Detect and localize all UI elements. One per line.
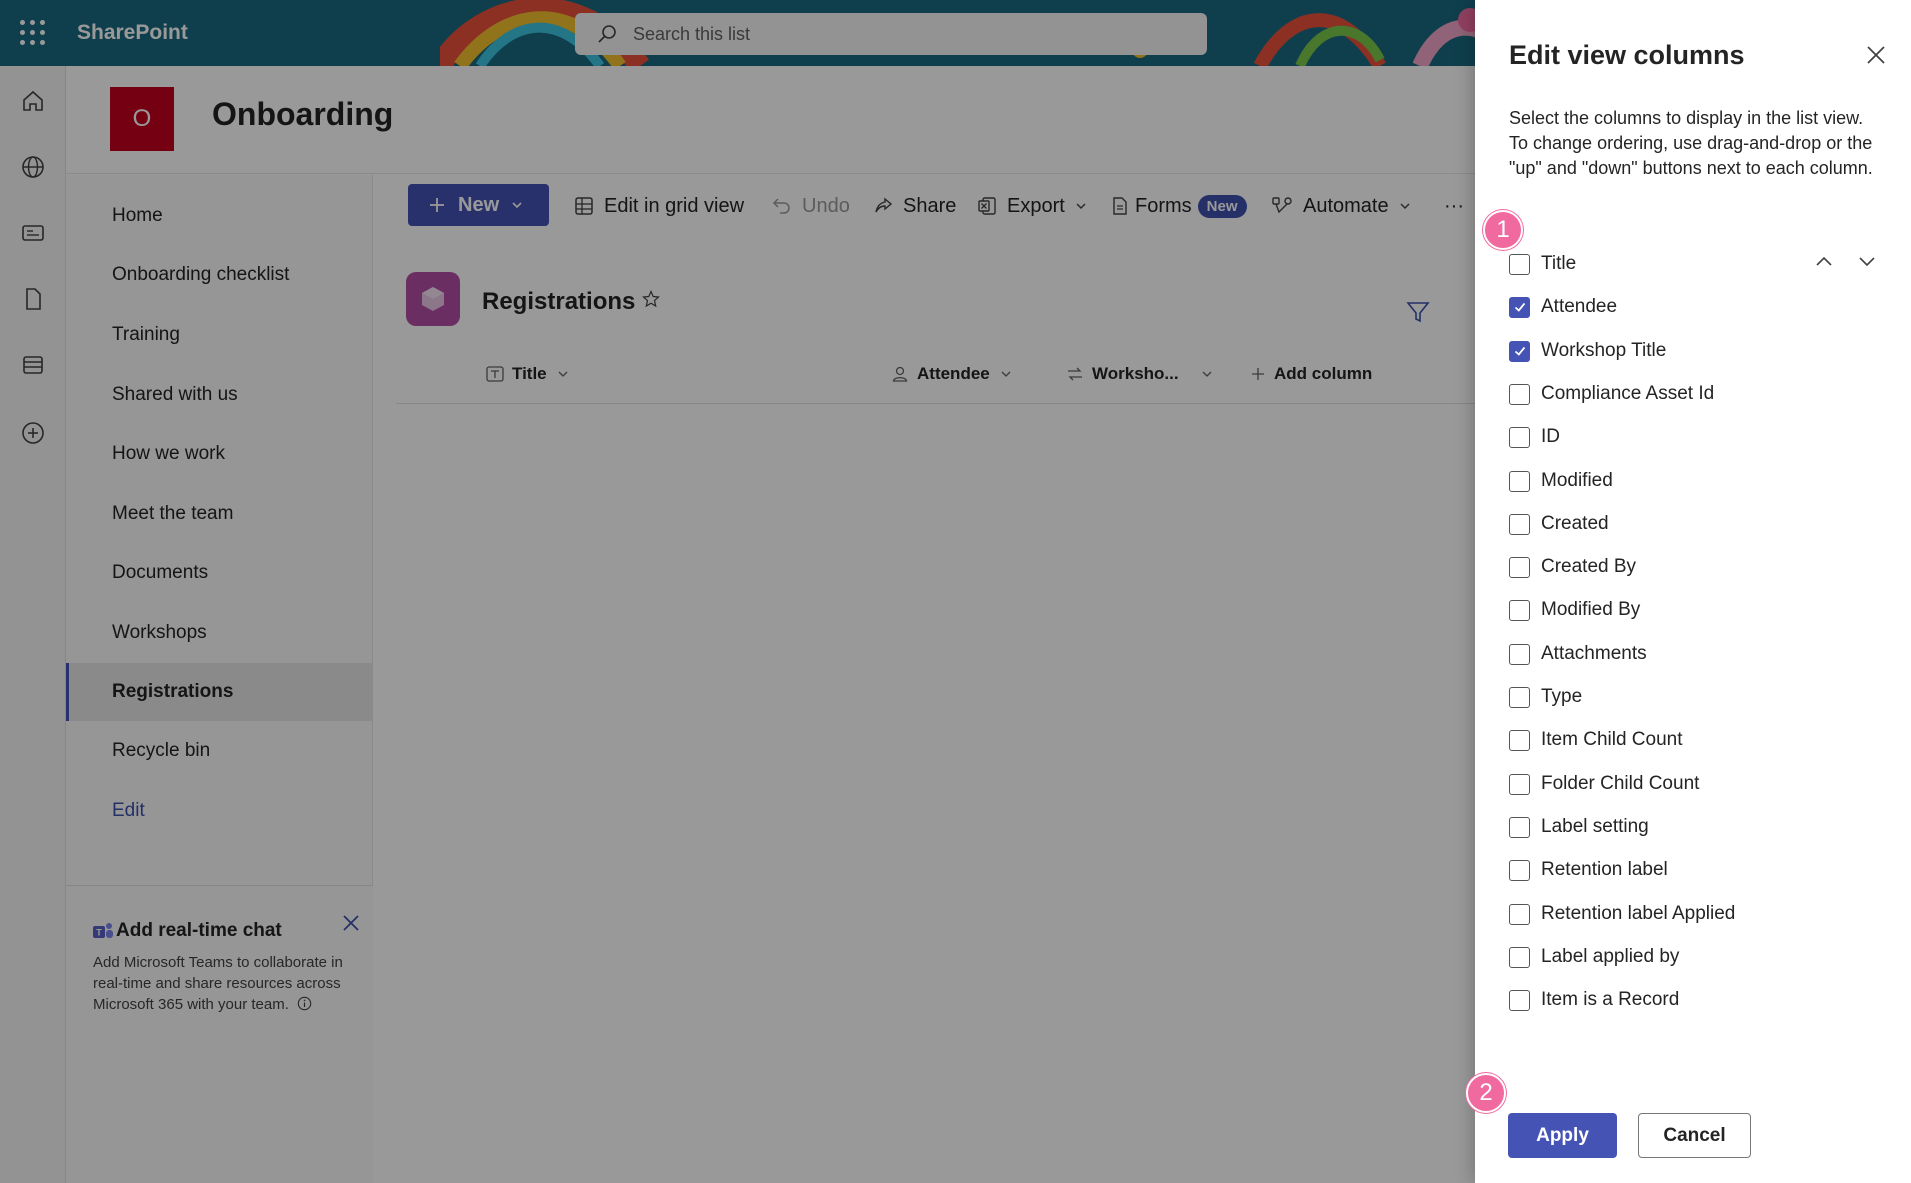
column-option-label: Label setting [1541,816,1649,837]
checkbox-checked[interactable] [1509,340,1530,362]
cancel-button[interactable]: Cancel [1638,1113,1751,1158]
step-callout-1: 1 [1483,210,1523,250]
column-option-row[interactable]: Created [1509,509,1609,539]
column-option-row[interactable]: Attendee [1509,292,1617,322]
checkbox-unchecked[interactable] [1509,903,1530,925]
column-option-label: Attachments [1541,643,1647,664]
column-option-row[interactable]: Attachments [1509,639,1647,669]
checkmark-icon [1514,302,1525,312]
checkbox-unchecked[interactable] [1509,989,1530,1011]
column-option-row[interactable]: Type [1509,682,1582,712]
checkbox-unchecked[interactable] [1509,383,1530,405]
checkbox-unchecked[interactable] [1509,686,1530,708]
panel-title: Edit view columns [1509,40,1745,70]
column-option-row[interactable]: ID [1509,422,1560,452]
column-option-label: Retention label [1541,859,1668,880]
column-option-label: Item is a Record [1541,989,1680,1010]
column-option-label: Compliance Asset Id [1541,383,1715,404]
column-option-label: Modified [1541,470,1613,491]
column-option-label: Workshop Title [1541,340,1667,361]
checkbox-unchecked[interactable] [1509,946,1530,968]
step-callout-2: 2 [1466,1073,1506,1113]
checkbox-unchecked[interactable] [1509,556,1530,578]
checkmark-icon [1514,346,1525,356]
column-option-row[interactable]: Retention label Applied [1509,899,1735,929]
column-option-row[interactable]: Item is a Record [1509,985,1679,1015]
move-up-icon[interactable] [1813,250,1835,272]
column-option-label: Retention label Applied [1541,903,1736,924]
move-down-icon[interactable] [1856,250,1878,272]
edit-view-columns-panel: Edit view columns Select the columns to … [1475,0,1911,1183]
column-option-label: Folder Child Count [1541,773,1700,794]
checkbox-unchecked[interactable] [1509,729,1530,751]
column-option-label: Type [1541,686,1583,707]
column-option-row[interactable]: Retention label [1509,855,1668,885]
checkbox-unchecked[interactable] [1509,859,1530,881]
checkbox-unchecked[interactable] [1509,426,1530,448]
column-option-label: Attendee [1541,296,1618,317]
checkbox-unchecked[interactable] [1509,773,1530,795]
column-option-row[interactable]: Label setting [1509,812,1649,842]
panel-description: Select the columns to display in the lis… [1509,108,1873,178]
checkbox-unchecked[interactable] [1509,513,1530,535]
close-icon[interactable] [1865,44,1887,66]
column-option-row[interactable]: Item Child Count [1509,725,1683,755]
checkbox-checked[interactable] [1509,296,1530,318]
column-option-row[interactable]: Folder Child Count [1509,769,1699,799]
column-option-label: Label applied by [1541,946,1680,967]
checkbox-unchecked[interactable] [1509,816,1530,838]
column-option-label: Modified By [1541,599,1641,620]
apply-button[interactable]: Apply [1508,1113,1617,1158]
checkbox-unchecked[interactable] [1509,643,1530,665]
checkbox-unchecked[interactable] [1509,599,1530,621]
column-option-row[interactable]: Created By [1509,552,1636,582]
column-option-row[interactable]: Modified [1509,466,1613,496]
column-option-row[interactable]: Label applied by [1509,942,1679,972]
column-option-row[interactable]: Modified By [1509,595,1640,625]
column-option-row[interactable]: Compliance Asset Id [1509,379,1714,409]
column-option-label: Created [1541,513,1609,534]
column-option-label: ID [1541,426,1560,447]
column-option-row[interactable]: Title [1509,249,1576,279]
column-option-label: Created By [1541,556,1637,577]
column-option-label: Title [1541,253,1577,274]
modal-overlay[interactable] [0,0,1475,1183]
column-option-label: Item Child Count [1541,729,1683,750]
checkbox-unchecked[interactable] [1509,253,1530,275]
checkbox-unchecked[interactable] [1509,470,1530,492]
column-option-row[interactable]: Workshop Title [1509,336,1666,366]
